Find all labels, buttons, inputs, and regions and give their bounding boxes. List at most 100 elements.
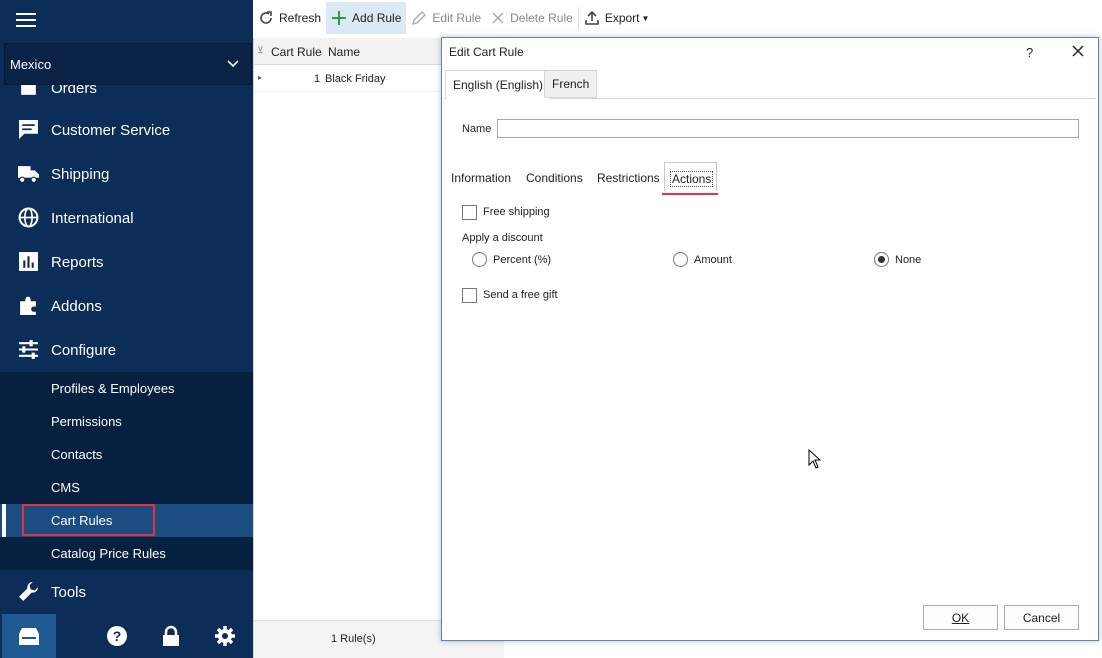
hamburger-menu-icon[interactable]	[16, 12, 40, 30]
free-gift-checkbox[interactable]	[462, 288, 477, 303]
export-label: Export	[604, 11, 640, 25]
submenu-item-label: Profiles & Employees	[51, 381, 175, 396]
dialog-title: Edit Cart Rule	[449, 45, 524, 59]
submenu-item-label: CMS	[51, 480, 80, 495]
refresh-button[interactable]: Refresh	[253, 2, 326, 34]
help-button[interactable]: ?	[1026, 45, 1033, 60]
nav-item-reports[interactable]: Reports	[0, 240, 253, 284]
ok-label: OK	[951, 610, 970, 625]
submenu-item-label: Catalog Price Rules	[51, 546, 166, 561]
submenu-item-contacts[interactable]: Contacts	[0, 438, 253, 471]
submenu-item-profiles-employees[interactable]: Profiles & Employees	[0, 372, 253, 405]
tab-english[interactable]: English (English)	[445, 70, 552, 100]
configure-submenu: Profiles & Employees Permissions Contact…	[0, 372, 253, 570]
edit-cart-rule-dialog: Edit Cart Rule ? English (English) Frenc…	[441, 37, 1099, 641]
tab-actions[interactable]: Actions	[664, 162, 717, 191]
caret-down-icon: ▼	[641, 13, 650, 23]
chevron-down-icon	[227, 60, 239, 68]
help-icon[interactable]: ?	[106, 625, 128, 647]
percent-label: Percent (%)	[493, 254, 552, 266]
gear-icon[interactable]	[214, 625, 236, 647]
close-icon[interactable]	[1071, 44, 1085, 58]
tab-information[interactable]: Information	[451, 171, 511, 185]
nav-item-configure[interactable]: Configure	[0, 328, 253, 372]
puzzle-icon	[20, 296, 36, 315]
plus-icon	[332, 11, 347, 25]
store-select[interactable]: Mexico	[4, 43, 252, 85]
none-radio[interactable]	[874, 252, 889, 267]
store-icon	[19, 628, 39, 645]
tab-conditions[interactable]: Conditions	[526, 171, 583, 185]
nav-item-international[interactable]: International	[0, 196, 253, 240]
export-icon	[585, 10, 599, 25]
nav-item-tools[interactable]: Tools	[0, 570, 253, 614]
submenu-item-label: Permissions	[51, 414, 122, 429]
add-rule-label: Add Rule	[352, 11, 402, 25]
submenu-item-cart-rules[interactable]: Cart Rules	[0, 504, 253, 537]
add-rule-button[interactable]: Add Rule	[326, 2, 407, 34]
toolbar: Refresh Add Rule Edit Rule Delete Rule E…	[253, 0, 1102, 36]
submenu-item-label: Cart Rules	[51, 513, 113, 528]
cancel-button[interactable]: Cancel	[1004, 605, 1079, 630]
refresh-label: Refresh	[279, 11, 322, 25]
free-shipping-label: Free shipping	[483, 206, 550, 218]
truck-icon	[18, 166, 39, 183]
cell-id: 1	[314, 73, 321, 85]
tab-restrictions[interactable]: Restrictions	[597, 171, 660, 185]
chat-icon	[19, 120, 38, 139]
store-select-value: Mexico	[10, 56, 52, 72]
free-shipping-checkbox[interactable]	[462, 205, 477, 220]
nav-item-label: Addons	[51, 297, 102, 315]
sidebar-bottom-bar: ?	[0, 614, 253, 658]
submenu-item-permissions[interactable]: Permissions	[0, 405, 253, 438]
sidebar: Orders Mexico Customer Service Shipping …	[0, 0, 253, 658]
lock-icon[interactable]	[160, 625, 182, 647]
apply-discount-label: Apply a discount	[462, 232, 543, 244]
delete-x-icon	[492, 12, 504, 24]
free-gift-label: Send a free gift	[483, 289, 558, 301]
column-header-cart-rule[interactable]: Cart Rule	[271, 45, 322, 59]
nav-item-label: International	[51, 209, 134, 227]
globe-icon	[18, 207, 39, 228]
edit-rule-label: Edit Rule	[432, 11, 482, 25]
tab-actions-label: Actions	[670, 171, 714, 187]
refresh-icon	[260, 11, 272, 24]
nav-item-label: Tools	[51, 583, 87, 601]
wrench-icon	[19, 582, 38, 601]
column-header-name[interactable]: Name	[328, 45, 360, 59]
amount-radio[interactable]	[673, 252, 688, 267]
name-label: Name	[462, 123, 492, 135]
tab-french-label: French	[552, 77, 590, 91]
rule-count: 1 Rule(s)	[331, 633, 376, 645]
cell-name: Black Friday	[325, 73, 386, 85]
cancel-label: Cancel	[1022, 610, 1061, 625]
submenu-item-cms[interactable]: CMS	[0, 471, 253, 504]
percent-radio[interactable]	[472, 252, 487, 267]
mouse-pointer-icon	[808, 449, 821, 469]
filter-icon[interactable]: ⊻	[257, 45, 264, 56]
delete-rule-button[interactable]: Delete Rule	[486, 2, 578, 34]
cart-rules-grid: ⊻ Cart Rule Name ▸ 1 Black Friday 1 Rule…	[253, 38, 504, 658]
name-field[interactable]	[497, 119, 1079, 138]
sliders-icon	[19, 340, 38, 359]
nav-item-shipping[interactable]: Shipping	[0, 152, 253, 196]
amount-label: Amount	[694, 254, 732, 266]
nav-item-addons[interactable]: Addons	[0, 284, 253, 328]
pencil-icon	[412, 11, 427, 25]
edit-rule-button[interactable]: Edit Rule	[406, 2, 486, 34]
delete-rule-label: Delete Rule	[510, 11, 573, 25]
actions-tab-highlight	[662, 193, 718, 195]
nav-item-label: Configure	[51, 341, 117, 359]
submenu-item-catalog-price-rules[interactable]: Catalog Price Rules	[0, 537, 253, 570]
nav-item-label: Shipping	[51, 165, 110, 183]
tab-french[interactable]: French	[544, 70, 598, 98]
store-button[interactable]	[2, 614, 56, 658]
none-label: None	[895, 254, 922, 266]
svg-text:?: ?	[113, 628, 122, 644]
ok-button[interactable]: OK	[923, 605, 998, 630]
tab-english-label: English (English)	[453, 78, 544, 92]
nav-item-label: Customer Service	[51, 121, 171, 139]
export-button[interactable]: Export ▼	[579, 2, 655, 34]
nav-item-customer-service[interactable]: Customer Service	[0, 108, 253, 152]
expand-arrow-icon[interactable]: ▸	[258, 73, 262, 82]
